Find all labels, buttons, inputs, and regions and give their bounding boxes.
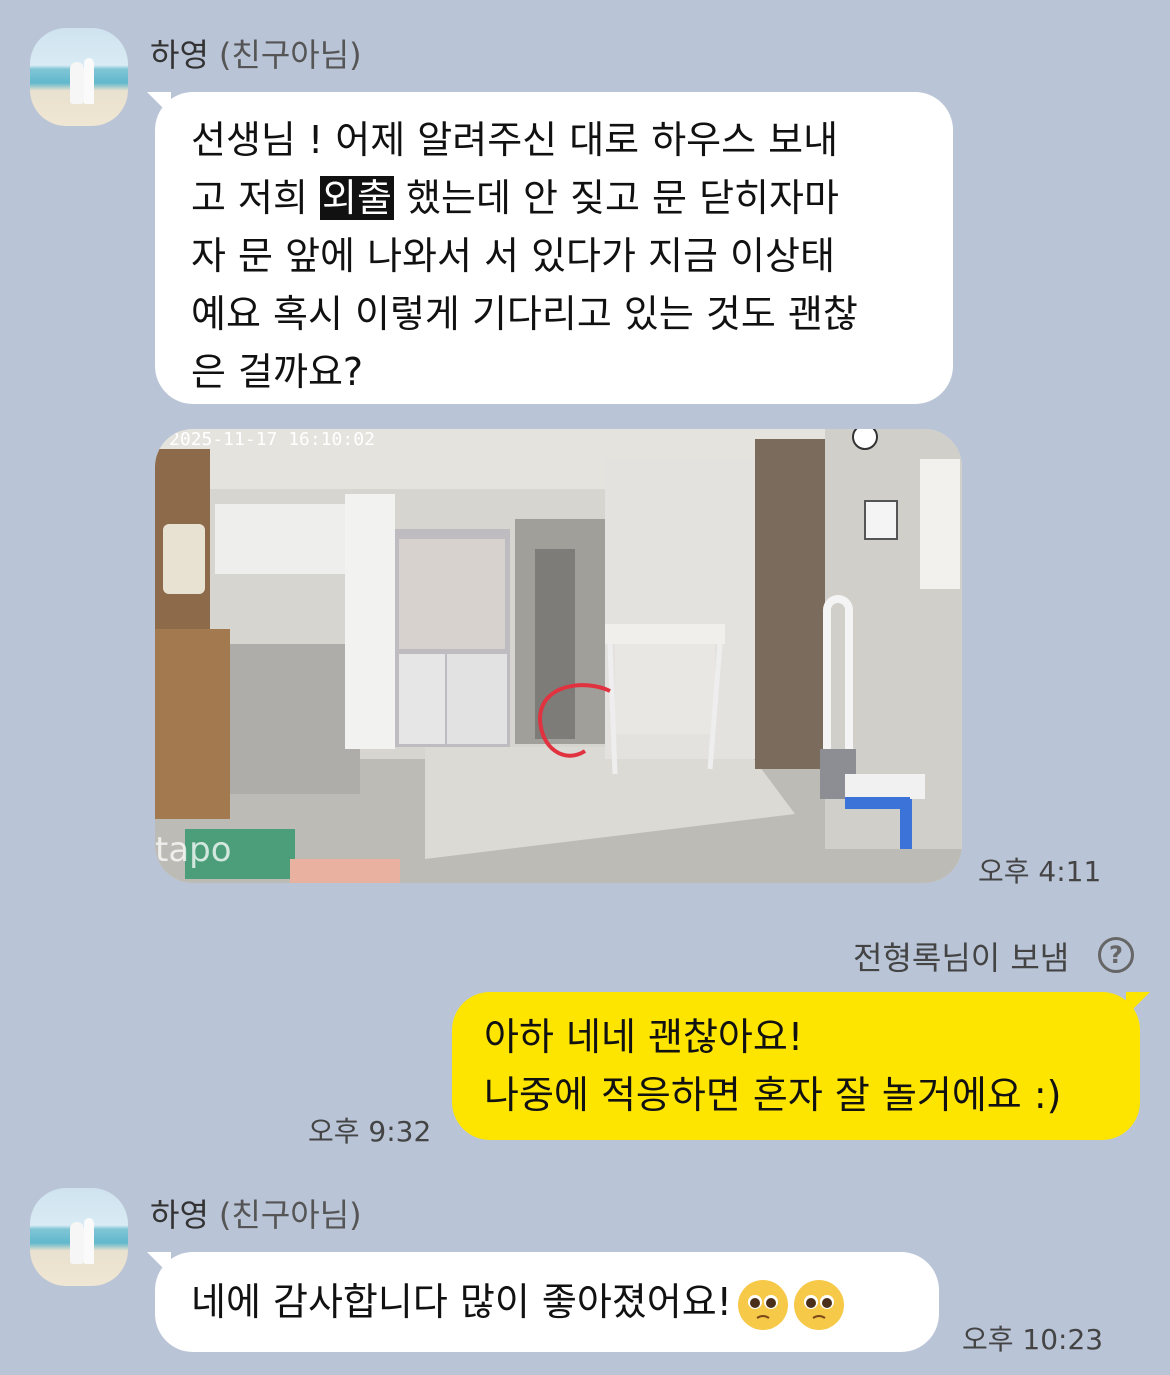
message-time: 오후 10:23: [962, 1323, 1104, 1356]
sender-name: 하영 (친구아님): [150, 30, 362, 76]
highlighted-word: 외출: [320, 176, 394, 220]
message-line: 자 문 앞에 나와서 서 있다가 지금 이상태: [191, 234, 835, 278]
message-time: 오후 4:11: [978, 855, 1102, 888]
sender-name-text: 하영: [150, 1196, 209, 1234]
message-line: 선생님 ! 어제 알려주신 대로 하우스 보내: [191, 118, 839, 162]
camera-timestamp: 2025-11-17 16:10:02: [169, 429, 375, 450]
sender-avatar[interactable]: [30, 28, 128, 126]
message-line: 고 저희 외출 했는데 안 짖고 문 닫히자마: [191, 176, 839, 220]
sender-tag: (친구아님): [218, 36, 362, 74]
message-text: 네에 감사합니다 많이 좋아졌어요!: [191, 1280, 732, 1324]
question-icon[interactable]: ?: [1098, 937, 1134, 973]
sender-avatar[interactable]: [30, 1188, 128, 1286]
sender-name-text: 하영: [150, 36, 209, 74]
sent-by-status: 전형록님이 보냄: [853, 939, 1070, 977]
pleading-face-icon: [737, 1279, 788, 1330]
message-bubble-incoming[interactable]: 선생님 ! 어제 알려주신 대로 하우스 보내 고 저희 외출 했는데 안 짖고…: [147, 92, 953, 404]
message-line: 은 걸까요?: [191, 350, 364, 394]
camera-watermark: tapo: [155, 830, 232, 870]
shared-photo[interactable]: 2025-11-17 16:10:02 tapo: [155, 429, 962, 883]
message-line: 나중에 적응하면 혼자 잘 놀거에요 :): [484, 1073, 1062, 1117]
message-line: 예요 혹시 이렇게 기다리고 있는 것도 괜찮: [191, 292, 858, 336]
message-line: 아하 네네 괜찮아요!: [484, 1015, 804, 1059]
message-bubble-outgoing[interactable]: 아하 네네 괜찮아요! 나중에 적응하면 혼자 잘 놀거에요 :): [452, 992, 1150, 1140]
message-time: 오후 9:32: [308, 1115, 432, 1148]
message-bubble-incoming[interactable]: 네에 감사합니다 많이 좋아졌어요!: [147, 1252, 939, 1352]
sender-name: 하영 (친구아님): [150, 1190, 362, 1236]
sender-tag: (친구아님): [218, 1196, 362, 1234]
pleading-face-icon: [793, 1279, 844, 1330]
camera-snapshot-image: 2025-11-17 16:10:02 tapo: [155, 429, 962, 883]
